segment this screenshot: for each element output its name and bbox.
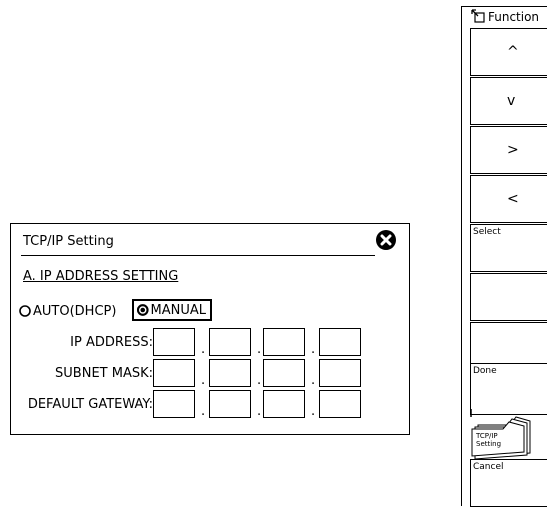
octet-separator: . (257, 373, 262, 388)
radio-auto-label: AUTO(DHCP) (33, 303, 117, 319)
ip-octet-4[interactable] (319, 328, 361, 356)
ip-address-row: IP ADDRESS: . . . (11, 328, 411, 358)
stack-label-line2: Setting (476, 440, 501, 448)
radio-unselected-icon (19, 305, 31, 317)
ip-address-label: IP ADDRESS: (70, 335, 153, 350)
dialog-title: TCP/IP Setting (23, 234, 114, 249)
mask-octet-3[interactable] (263, 359, 305, 387)
key-done-label: Done (473, 366, 497, 376)
octet-separator: . (257, 404, 262, 419)
subnet-mask-label: SUBNET MASK: (55, 366, 153, 381)
arrow-left-icon: < (507, 191, 519, 207)
ip-octet-1[interactable] (153, 328, 195, 356)
octet-separator: . (257, 342, 262, 357)
key-up[interactable]: ^ (470, 28, 547, 76)
tcpip-dialog: TCP/IP Setting A. IP ADDRESS SETTING AUT… (10, 223, 410, 435)
ip-octet-3[interactable] (263, 328, 305, 356)
key-left[interactable]: < (470, 175, 547, 223)
octet-separator: . (201, 373, 206, 388)
stack-label-line1: TCP/IP (475, 432, 498, 440)
arrow-right-icon: > (507, 142, 519, 158)
arrow-up-icon: ^ (507, 44, 519, 60)
key-cancel[interactable]: Cancel (470, 459, 547, 507)
mask-octet-4[interactable] (319, 359, 361, 387)
octet-separator: . (201, 404, 206, 419)
key-blank-1[interactable] (470, 273, 547, 321)
subnet-mask-row: SUBNET MASK: . . . (11, 359, 411, 389)
octet-separator: . (311, 373, 316, 388)
octet-separator: . (201, 342, 206, 357)
key-right[interactable]: > (470, 126, 547, 174)
gateway-octet-3[interactable] (263, 390, 305, 418)
radio-selected-icon (137, 304, 149, 316)
octet-separator: . (311, 342, 316, 357)
default-gateway-row: DEFAULT GATEWAY: . . . (11, 390, 411, 420)
default-gateway-label: DEFAULT GATEWAY: (27, 397, 153, 412)
function-panel: Function ^ v > < Select Done TCP/IP Sett… (461, 6, 547, 507)
mask-octet-1[interactable] (153, 359, 195, 387)
key-down[interactable]: v (470, 77, 547, 125)
radio-auto-dhcp[interactable]: AUTO(DHCP) (19, 299, 116, 323)
key-cancel-label: Cancel (473, 462, 504, 472)
octet-separator: . (311, 404, 316, 419)
radio-manual-label: MANUAL (150, 302, 207, 318)
close-icon[interactable] (375, 229, 397, 251)
mask-octet-2[interactable] (209, 359, 251, 387)
function-header: Function (462, 7, 547, 27)
title-divider (21, 255, 375, 256)
gateway-octet-1[interactable] (153, 390, 195, 418)
radio-manual[interactable]: MANUAL (132, 299, 212, 321)
gateway-octet-4[interactable] (319, 390, 361, 418)
function-title: Function (488, 10, 540, 24)
key-select[interactable]: Select (470, 224, 547, 272)
gateway-octet-2[interactable] (209, 390, 251, 418)
ip-octet-2[interactable] (209, 328, 251, 356)
menu-stack-icon[interactable]: TCP/IP Setting (470, 407, 547, 459)
arrow-down-icon: v (507, 93, 516, 109)
key-select-label: Select (473, 227, 501, 237)
function-corner-icon (471, 9, 485, 23)
section-heading: A. IP ADDRESS SETTING (23, 269, 179, 284)
